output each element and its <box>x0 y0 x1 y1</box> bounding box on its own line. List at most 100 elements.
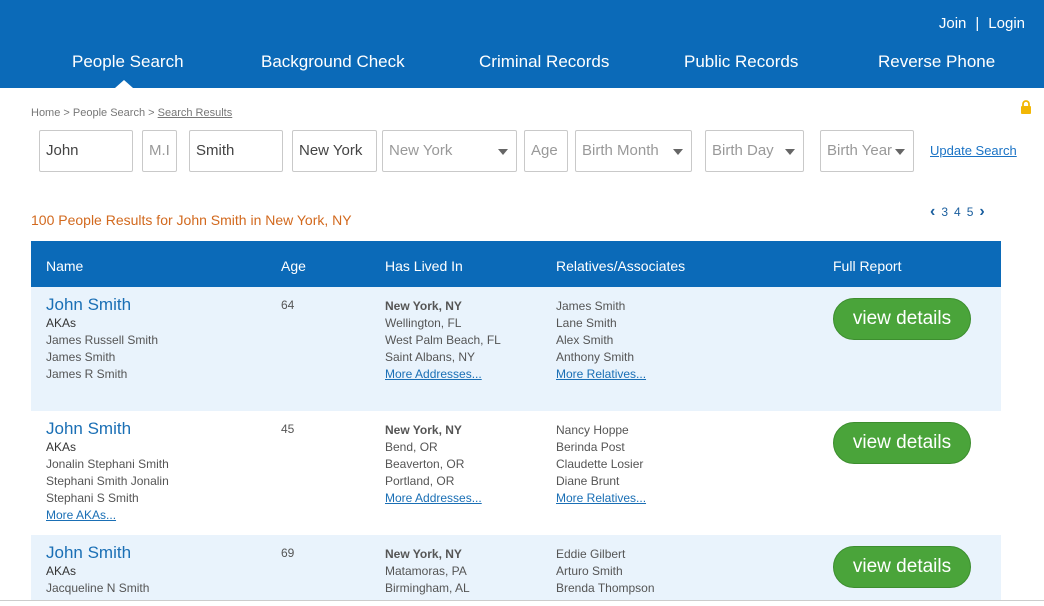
relative-item: Lane Smith <box>556 316 617 330</box>
nav-criminal-records[interactable]: Criminal Records <box>479 52 609 72</box>
relative-item: James Smith <box>556 299 626 313</box>
breadcrumb-separator: > <box>63 107 70 119</box>
relative-item: Diane Brunt <box>556 474 620 488</box>
birth-year-select[interactable]: Birth Year <box>820 130 914 172</box>
relative-item: Brenda Thompson <box>556 581 655 595</box>
lock-icon <box>1021 100 1031 114</box>
location-item: Birmingham, AL <box>385 581 470 595</box>
view-details-button[interactable]: view details <box>833 546 971 588</box>
city-input[interactable]: New York <box>292 130 377 172</box>
relative-item: Berinda Post <box>556 440 625 454</box>
header-has-lived-in: Has Lived In <box>385 258 463 274</box>
active-nav-indicator <box>115 80 133 88</box>
person-name-link[interactable]: John Smith <box>46 295 158 315</box>
state-select[interactable]: New York <box>382 130 517 172</box>
aka-item: James Smith <box>46 350 116 364</box>
auth-links: Join | Login <box>939 15 1025 32</box>
nav-people-search[interactable]: People Search <box>72 52 184 72</box>
person-age: 45 <box>281 422 295 436</box>
table-row: John Smith AKAs Jacqueline N Smith 69 Ne… <box>31 535 1001 600</box>
person-age: 64 <box>281 298 295 312</box>
more-addresses-link[interactable]: More Addresses... <box>385 366 501 383</box>
results-title: 100 People Results for John Smith in New… <box>31 212 352 228</box>
birth-year-value: Birth Year <box>827 142 893 159</box>
update-search-link[interactable]: Update Search <box>930 143 1017 158</box>
table-row: John Smith AKAs James Russell Smith Jame… <box>31 287 1001 411</box>
person-name-link[interactable]: John Smith <box>46 543 149 563</box>
location-item: Beaverton, OR <box>385 457 465 471</box>
location-item: Matamoras, PA <box>385 564 467 578</box>
more-relatives-link[interactable]: More Relatives... <box>556 490 646 507</box>
location-item: New York, NY <box>385 547 462 561</box>
relative-item: Eddie Gilbert <box>556 547 626 561</box>
location-item: Portland, OR <box>385 474 455 488</box>
location-item: West Palm Beach, FL <box>385 333 501 347</box>
divider <box>0 600 1044 601</box>
page-link[interactable]: 3 <box>941 205 948 219</box>
location-item: Saint Albans, NY <box>385 350 476 364</box>
chevron-down-icon <box>498 149 508 155</box>
aka-item: James Russell Smith <box>46 333 159 347</box>
login-link[interactable]: Login <box>988 15 1025 32</box>
page-link[interactable]: 4 <box>954 205 961 219</box>
nav-public-records[interactable]: Public Records <box>684 52 798 72</box>
header-relatives: Relatives/Associates <box>556 258 686 274</box>
location-item: New York, NY <box>385 299 462 313</box>
header-name: Name <box>46 258 84 274</box>
age-input[interactable]: Age <box>524 130 568 172</box>
breadcrumb-home[interactable]: Home <box>31 107 60 119</box>
aka-label: AKAs <box>46 564 77 578</box>
person-age: 69 <box>281 546 295 560</box>
location-item: Wellington, FL <box>385 316 462 330</box>
aka-item: Jonalin Stephani Smith <box>46 457 169 471</box>
last-name-input[interactable]: Smith <box>189 130 283 172</box>
main-nav: People Search Background Check Criminal … <box>0 52 1044 88</box>
state-select-value: New York <box>389 142 453 159</box>
nav-reverse-phone[interactable]: Reverse Phone <box>878 52 995 72</box>
breadcrumb-separator: > <box>148 107 155 119</box>
person-name-link[interactable]: John Smith <box>46 419 169 439</box>
chevron-down-icon <box>785 149 795 155</box>
chevron-left-icon[interactable]: ‹ <box>930 203 935 221</box>
relative-item: Alex Smith <box>556 333 614 347</box>
more-addresses-link[interactable]: More Addresses... <box>385 490 482 507</box>
aka-item: Stephani S Smith <box>46 491 139 505</box>
more-akas-link[interactable]: More AKAs... <box>46 507 169 524</box>
chevron-down-icon <box>895 149 905 155</box>
breadcrumb-current[interactable]: Search Results <box>158 107 233 119</box>
relative-item: Claudette Losier <box>556 457 644 471</box>
view-details-button[interactable]: view details <box>833 298 971 340</box>
top-header: Join | Login People Search Background Ch… <box>0 0 1044 88</box>
birth-month-value: Birth Month <box>582 142 659 159</box>
chevron-right-icon[interactable]: › <box>979 203 984 221</box>
chevron-down-icon <box>673 149 683 155</box>
birth-month-select[interactable]: Birth Month <box>575 130 692 172</box>
table-row: John Smith AKAs Jonalin Stephani Smith S… <box>31 411 1001 535</box>
relative-item: Anthony Smith <box>556 350 635 364</box>
aka-label: AKAs <box>46 316 77 330</box>
pagination: ‹ 3 4 5 › <box>930 203 985 221</box>
first-name-input[interactable]: John <box>39 130 133 172</box>
auth-separator: | <box>975 15 980 32</box>
location-item: New York, NY <box>385 423 462 437</box>
view-details-button[interactable]: view details <box>833 422 971 464</box>
page-link[interactable]: 5 <box>967 205 974 219</box>
relative-item: Nancy Hoppe <box>556 423 629 437</box>
relative-item: Arturo Smith <box>556 564 623 578</box>
middle-initial-input[interactable]: M.I <box>142 130 177 172</box>
nav-background-check[interactable]: Background Check <box>261 52 405 72</box>
header-age: Age <box>281 258 306 274</box>
aka-item: Stephani Smith Jonalin <box>46 474 169 488</box>
aka-item: Jacqueline N Smith <box>46 581 150 595</box>
breadcrumb-people-search[interactable]: People Search <box>73 107 145 119</box>
birth-day-select[interactable]: Birth Day <box>705 130 804 172</box>
join-link[interactable]: Join <box>939 15 967 32</box>
results-table-header: Name Age Has Lived In Relatives/Associat… <box>31 241 1001 287</box>
aka-item: James R Smith <box>46 367 128 381</box>
birth-day-value: Birth Day <box>712 142 774 159</box>
breadcrumb: Home > People Search > Search Results <box>31 107 232 119</box>
location-item: Bend, OR <box>385 440 438 454</box>
more-relatives-link[interactable]: More Relatives... <box>556 366 646 383</box>
aka-label: AKAs <box>46 440 77 454</box>
header-full-report: Full Report <box>833 258 902 274</box>
